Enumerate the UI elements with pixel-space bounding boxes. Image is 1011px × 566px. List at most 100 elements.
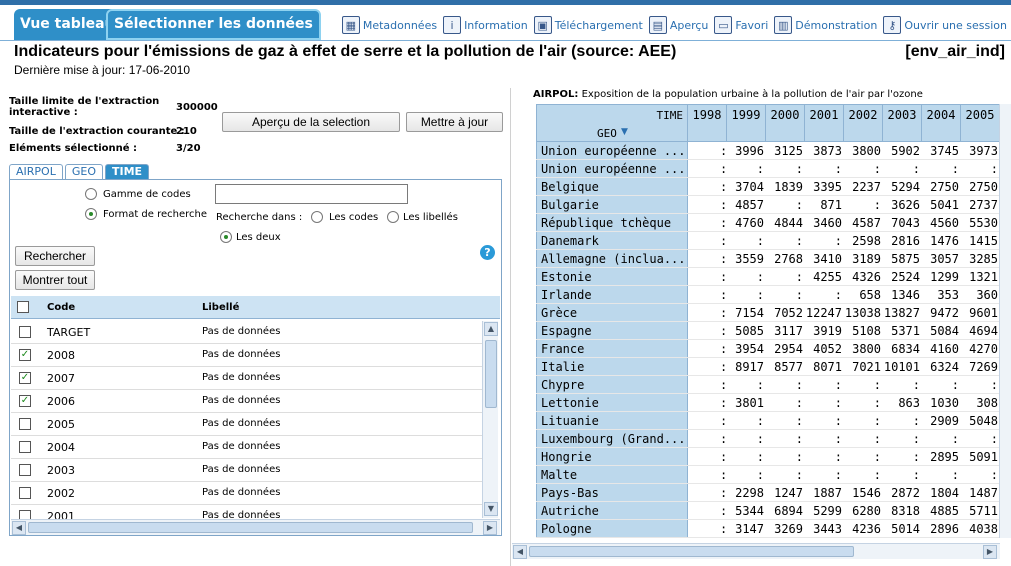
geo-row-header[interactable]: Union européenne ... [536, 160, 688, 178]
table-cell: 1346 [891, 288, 920, 302]
list-item[interactable]: 2002 Pas de données [11, 482, 482, 505]
table-cell: 1030 [930, 396, 959, 410]
year-header[interactable]: 2001 [805, 104, 844, 142]
list-item[interactable]: ✓ 2007 Pas de données [11, 367, 482, 390]
geo-row-header[interactable]: Union européenne ... [536, 142, 688, 160]
geo-row-header[interactable]: Chypre [536, 376, 688, 394]
scroll-down-arrow[interactable]: ▼ [484, 502, 498, 516]
row-checkbox[interactable]: ✓ [19, 372, 31, 384]
information-button[interactable]: i Information [443, 16, 528, 34]
geo-dimension-label[interactable]: GEO [597, 127, 617, 140]
scroll-left-arrow[interactable]: ◀ [12, 521, 26, 535]
table-cell: 5344 [735, 504, 764, 518]
row-checkbox[interactable]: ✓ [19, 349, 31, 361]
table-scroll-left-arrow[interactable]: ◀ [513, 545, 527, 559]
table-horizontal-scrollbar[interactable]: ◀ ▶ [512, 543, 1000, 559]
table-cell: : [990, 468, 998, 482]
row-checkbox[interactable] [19, 487, 31, 499]
tab-geo[interactable]: GEO [64, 164, 103, 179]
radio-codes[interactable] [311, 211, 323, 223]
geo-row-header[interactable]: Autriche [536, 502, 688, 520]
geo-row-header[interactable]: Espagne [536, 322, 688, 340]
table-vertical-scrollbar[interactable] [999, 104, 1011, 538]
year-header[interactable]: 2003 [883, 104, 922, 142]
list-item[interactable]: 2004 Pas de données [11, 436, 482, 459]
tab-selectionner-donnees[interactable]: Sélectionner les données [106, 9, 321, 40]
geo-row-header[interactable]: Malte [536, 466, 688, 484]
geo-row-header[interactable]: Grèce [536, 304, 688, 322]
update-button[interactable]: Mettre à jour [406, 112, 503, 132]
list-vertical-scrollbar[interactable]: ▲ ▼ [482, 321, 498, 518]
geo-row-header[interactable]: Allemagne (inclua... [536, 250, 688, 268]
scroll-up-arrow[interactable]: ▲ [484, 322, 498, 336]
geo-row-header[interactable]: Estonie [536, 268, 688, 286]
metadata-button[interactable]: ▦ Metadonnées [341, 16, 437, 34]
favorite-button[interactable]: ▭ Favori [714, 16, 768, 34]
row-checkbox[interactable] [19, 441, 31, 453]
geo-row-header[interactable]: Luxembourg (Grand... [536, 430, 688, 448]
list-item[interactable]: TARGET Pas de données [11, 321, 482, 344]
list-item[interactable]: ✓ 2008 Pas de données [11, 344, 482, 367]
year-header[interactable]: 2002 [844, 104, 883, 142]
list-horizontal-scrollbar[interactable]: ◀ ▶ [11, 519, 500, 535]
geo-row-header[interactable]: Danemark [536, 232, 688, 250]
tab-vue-tableau[interactable]: Vue tableau [14, 9, 121, 40]
data-table: TIME GEO ▼ 1998 1999 2000 2001 2002 2003 2004 2… [536, 104, 999, 538]
table-cell: : [873, 432, 881, 446]
demo-button[interactable]: ▥ Démonstration [774, 16, 877, 34]
geo-row-header[interactable]: Pays-Bas [536, 484, 688, 502]
radio-format[interactable] [85, 208, 97, 220]
year-header[interactable]: 2000 [766, 104, 805, 142]
list-item[interactable]: ✓ 2006 Pas de données [11, 390, 482, 413]
table-hscroll-thumb[interactable] [529, 546, 854, 557]
table-cell: : [912, 162, 920, 176]
tab-airpol[interactable]: AIRPOL [9, 164, 63, 179]
preview-selection-button[interactable]: Aperçu de la selection [222, 112, 400, 132]
table-scroll-right-arrow[interactable]: ▶ [983, 545, 997, 559]
geo-row-header[interactable]: Hongrie [536, 448, 688, 466]
geo-row-header[interactable]: Lettonie [536, 394, 688, 412]
geo-row-header[interactable]: Pologne [536, 520, 688, 538]
table-cell: 4587 [852, 216, 881, 230]
help-icon[interactable]: ? [480, 245, 495, 260]
table-cell: 3395 [813, 180, 842, 194]
list-item[interactable]: 2003 Pas de données [11, 459, 482, 482]
list-hscroll-thumb[interactable] [28, 522, 473, 533]
select-all-checkbox[interactable] [17, 301, 29, 313]
geo-row-header[interactable]: Lituanie [536, 412, 688, 430]
table-cell: 2237 [852, 180, 881, 194]
download-button[interactable]: ▣ Téléchargement [533, 16, 643, 34]
row-checkbox[interactable] [19, 464, 31, 476]
list-item[interactable]: 2005 Pas de données [11, 413, 482, 436]
search-in-label: Recherche dans : [216, 212, 303, 223]
geo-row-header[interactable]: France [536, 340, 688, 358]
row-checkbox[interactable]: ✓ [19, 395, 31, 407]
year-header[interactable]: 2004 [922, 104, 961, 142]
row-checkbox[interactable] [19, 326, 31, 338]
geo-row-header[interactable]: République tchèque [536, 214, 688, 232]
page-title: Indicateurs pour l'émissions de gaz à ef… [14, 43, 677, 60]
preview-button[interactable]: ▤ Aperçu [648, 16, 708, 34]
show-all-button[interactable]: Montrer tout [15, 270, 95, 290]
tab-time[interactable]: TIME [104, 164, 150, 179]
geo-row-header[interactable]: Belgique [536, 178, 688, 196]
radio-both[interactable] [220, 231, 232, 243]
geo-row-header[interactable]: Italie [536, 358, 688, 376]
time-dimension-label[interactable]: TIME [657, 109, 684, 122]
radio-range[interactable] [85, 188, 97, 200]
search-button[interactable]: Rechercher [15, 246, 95, 266]
login-button[interactable]: ⚷ Ouvrir une session [883, 16, 1007, 34]
radio-labels[interactable] [387, 211, 399, 223]
table-cell: : [756, 270, 764, 284]
year-header[interactable]: 2005 [961, 104, 999, 142]
year-header[interactable]: 1998 [688, 104, 727, 142]
list-scroll-thumb[interactable] [485, 340, 497, 408]
sort-down-icon[interactable]: ▼ [621, 127, 628, 137]
row-checkbox[interactable] [19, 418, 31, 430]
scroll-right-arrow[interactable]: ▶ [483, 521, 497, 535]
geo-row-header[interactable]: Irlande [536, 286, 688, 304]
geo-row-header[interactable]: Bulgarie [536, 196, 688, 214]
year-header[interactable]: 1999 [727, 104, 766, 142]
current-value: 210 [176, 126, 197, 137]
search-input[interactable] [215, 184, 408, 204]
